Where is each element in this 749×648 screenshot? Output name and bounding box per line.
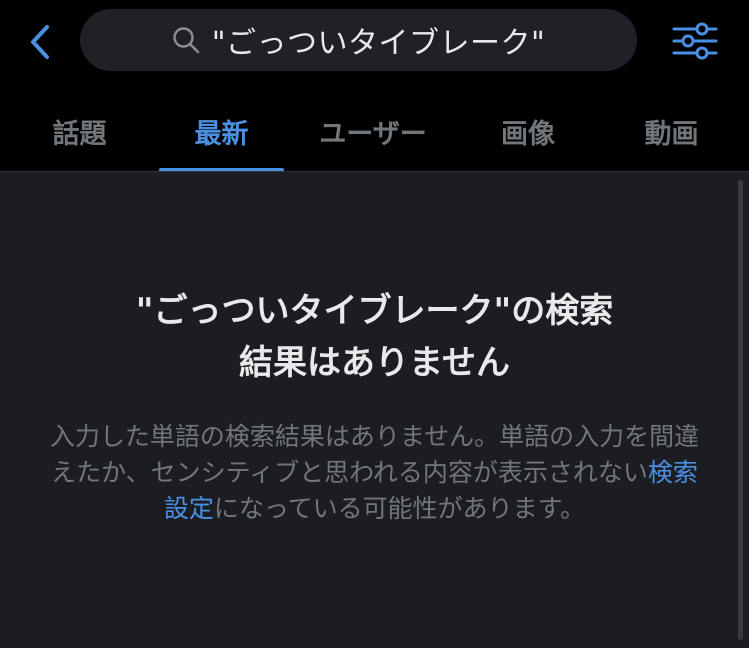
header-divider — [0, 171, 749, 172]
search-filter-button[interactable] — [666, 16, 724, 66]
tab-label: 画像 — [501, 119, 555, 150]
empty-state-title-line-1: "ごっついタイブレーク"の検索 — [135, 291, 614, 331]
tab-videos[interactable]: 動画 — [594, 88, 749, 172]
search-query-text: "ごっついタイブレーク" — [211, 26, 546, 61]
empty-state-message: 入力した単語の検索結果はありません。単語の入力を間違えたか、センシティブと思われ… — [40, 419, 709, 527]
tab-label: ユーザー — [319, 119, 427, 150]
tab-photos[interactable]: 画像 — [462, 88, 594, 172]
empty-state: "ごっついタイブレーク"の検索 結果はありません 入力した単語の検索結果はありま… — [40, 285, 709, 527]
back-button[interactable] — [22, 20, 58, 64]
tab-latest[interactable]: 最新 — [159, 88, 284, 172]
tab-label: 話題 — [52, 119, 107, 150]
tab-label: 最新 — [194, 119, 249, 150]
empty-state-title-line-2: 結果はありません — [239, 343, 510, 383]
tab-people[interactable]: ユーザー — [284, 88, 462, 172]
tab-label: 動画 — [644, 119, 699, 150]
sliders-icon — [672, 22, 718, 60]
empty-state-message-text-end: になっている可能性があります。 — [213, 494, 586, 523]
top-bar: "ごっついタイブレーク" 話題 最新 ユーザー 画像 動画 — [0, 0, 749, 172]
search-tabs: 話題 最新 ユーザー 画像 動画 — [0, 88, 749, 172]
search-input[interactable]: "ごっついタイブレーク" — [80, 9, 637, 71]
tab-top[interactable]: 話題 — [0, 88, 159, 172]
empty-state-title: "ごっついタイブレーク"の検索 結果はありません — [40, 285, 709, 389]
chevron-left-icon — [31, 25, 49, 59]
search-icon — [172, 27, 199, 54]
scrollbar[interactable] — [738, 180, 743, 640]
empty-state-message-text: 入力した単語の検索結果はありません。単語の入力を間違えたか、センシティブと思われ… — [49, 422, 700, 487]
